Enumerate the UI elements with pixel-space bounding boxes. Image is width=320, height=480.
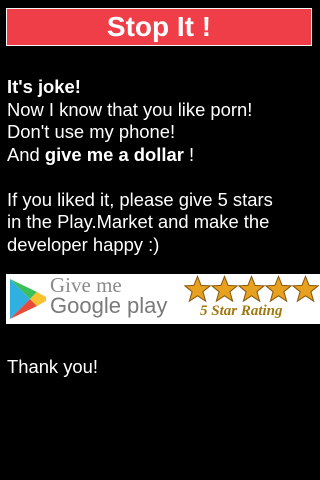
google-play-logo-icon (10, 279, 46, 319)
dollar-line: And give me a dollar ! (7, 143, 195, 165)
star-icon (184, 274, 211, 303)
message-line: Don't use my phone! (7, 121, 176, 142)
star-rating (184, 274, 320, 304)
five-star-rating-label: 5 Star Rating (200, 303, 283, 319)
message-text: It's joke! Now I know that you like porn… (7, 76, 317, 256)
joke-line: It's joke! (7, 76, 81, 97)
title-banner: Stop It ! (6, 8, 312, 46)
thank-you-text: Thank you! (7, 356, 98, 377)
star-icon (292, 274, 319, 303)
star-icon (211, 274, 238, 303)
google-play-label: Google play (50, 293, 168, 318)
message-line: Now I know that you like porn! (7, 98, 253, 120)
star-icon (265, 274, 292, 303)
google-play-rating-button[interactable]: Give me Google play 5 Star Rating (6, 274, 320, 324)
page-title: Stop It ! (106, 11, 212, 42)
rating-request-line: in the Play.Market and make the (7, 211, 270, 232)
rating-request-line: developer happy :) (7, 233, 160, 255)
star-icon (238, 274, 265, 303)
rating-request-line: If you liked it, please give 5 stars (7, 188, 273, 210)
